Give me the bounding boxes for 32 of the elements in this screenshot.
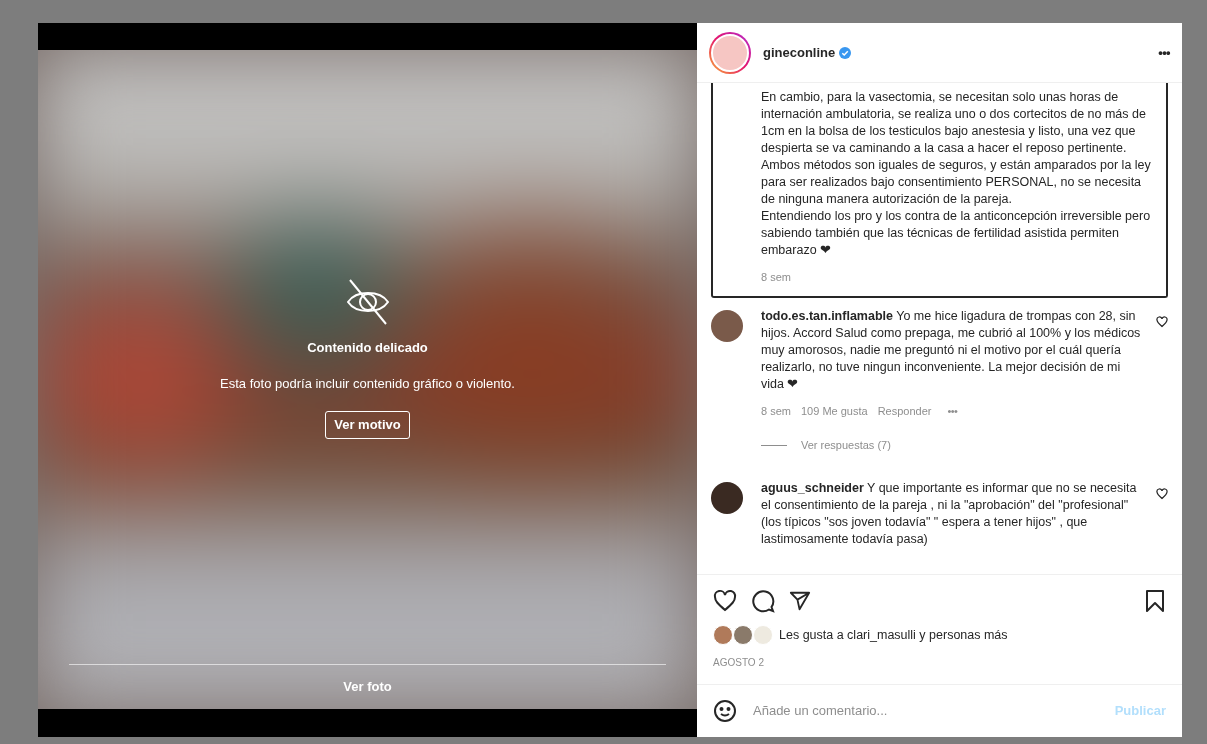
warning-text: Esta foto podría incluir contenido gráfico o violento.	[220, 374, 515, 393]
comment-input[interactable]: Añade un comentario...	[753, 701, 1115, 721]
liker-avatar[interactable]	[713, 625, 733, 645]
comment-time: 8 sem	[761, 403, 791, 419]
user-avatar[interactable]	[711, 309, 743, 342]
post-date: AGOSTO 2	[713, 656, 765, 670]
view-replies-link[interactable]: Ver respuestas (7)	[801, 437, 891, 454]
comment-icon[interactable]	[751, 589, 775, 613]
bookmark-icon[interactable]	[1144, 589, 1166, 613]
emoji-icon[interactable]	[713, 699, 737, 723]
comment-text: todo.es.tan.inflamable Yo me hice ligadura de trompas con 28, sin hijos. Accord Salud como prepaga, me cubrió al 100% y los médicos muy amorosos, nadie me preguntó ni el motivo por el cuál quería realizarlo, no tuve ningun inconveniente. La mejor decisión de mi vida ❤	[761, 307, 1142, 393]
like-icon[interactable]	[1156, 315, 1168, 328]
warning-title: Contenido delicado	[307, 339, 428, 357]
liker-avatar[interactable]	[733, 625, 753, 645]
like-icon[interactable]	[1156, 487, 1168, 500]
caption-text: Ambos métodos son iguales de seguros, y están amparados por la ley para ser realizados bajo consentimiento PERSONAL, no se necesita de ninguna manera autorización de la pareja.	[761, 157, 1152, 208]
profile-avatar[interactable]	[709, 31, 751, 74]
user-avatar[interactable]	[711, 481, 743, 514]
send-icon[interactable]	[789, 590, 811, 612]
view-photo-button[interactable]: Ver foto	[343, 665, 392, 709]
more-options-button[interactable]: •••	[947, 402, 958, 419]
more-options-button[interactable]: •••	[1158, 42, 1170, 63]
comment-text: aguus_schneider Y que importante es informar que no se necesita el consentimiento de la pareja , ni la "aprobación" del "profesional" (los típicos "sos joven todavía" " espera a tener hijos" , que lastimosamente todavía pasa)	[761, 479, 1138, 548]
post-time: 8 sem	[761, 270, 792, 285]
caption-text: En cambio, para la vasectomia, se necesitan solo unas horas de internación ambulatoria, se realiza uno o dos cortecitos de no más de 1cm en la bolsa de los testiculos bajo anestesia y listo, una vez que despierta se va caminando a la casa a hacer el reposo pertinente.	[761, 89, 1147, 157]
likes-count-link[interactable]: 109 Me gusta	[800, 402, 868, 419]
view-reason-button[interactable]: Ver motivo	[325, 411, 410, 439]
likes-summary[interactable]: Les gusta a clari_masulli y personas más	[779, 625, 1008, 645]
reply-button[interactable]: Responder	[877, 402, 932, 419]
caption-text: Entendiendo los pro y los contra de la anticoncepción irreversible pero sabiendo también que las técnicas de fertilidad asistida permiten embarazo ❤	[761, 208, 1152, 259]
like-icon[interactable]	[713, 589, 737, 613]
username-link[interactable]: gineconline	[763, 42, 836, 63]
